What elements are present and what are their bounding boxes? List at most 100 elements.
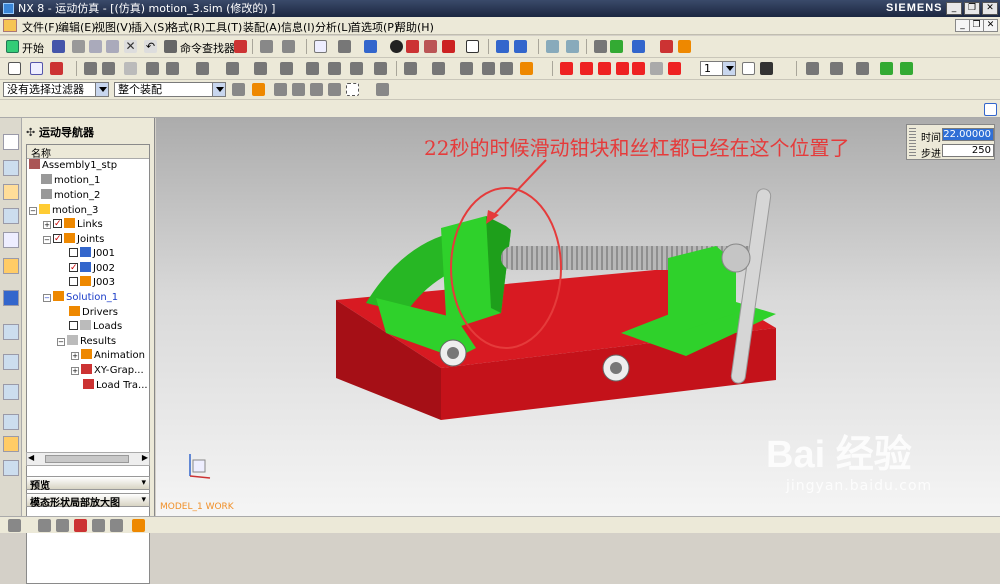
visibility-checkbox[interactable] <box>69 261 78 275</box>
link-tool-icon[interactable] <box>84 62 97 75</box>
stop-icon[interactable] <box>668 62 681 75</box>
minimize-button[interactable]: _ <box>946 2 962 15</box>
step-input[interactable]: 250 <box>942 144 994 157</box>
selection-scope-dropdown[interactable]: 整个装配 <box>114 82 226 97</box>
start-icon[interactable] <box>6 40 19 53</box>
shaded-icon[interactable] <box>364 40 377 53</box>
toolbar-icon-m[interactable] <box>546 40 559 53</box>
mode-shape-panel[interactable]: 模态形状局部放大图 ▾ <box>26 493 150 509</box>
toolbar-icon-h[interactable] <box>424 40 437 53</box>
system-scenes-tab-icon[interactable] <box>3 460 19 476</box>
chevron-down-icon[interactable] <box>95 83 108 96</box>
tree-node-animation[interactable]: + Animation <box>71 349 145 363</box>
bottom-icon-d[interactable] <box>74 519 87 532</box>
step-dropdown[interactable]: 1 <box>700 61 736 76</box>
roles-tab-icon[interactable] <box>3 436 19 452</box>
collapse-icon[interactable]: − <box>29 207 37 215</box>
close-button[interactable]: ✕ <box>982 2 998 15</box>
function-icon[interactable] <box>124 62 137 75</box>
constraint-icon[interactable] <box>254 62 267 75</box>
step-back-icon[interactable] <box>580 62 593 75</box>
toolbar2-icon-k[interactable] <box>900 62 913 75</box>
paste-icon[interactable] <box>106 40 119 53</box>
hd3d-tab-icon[interactable] <box>3 258 19 274</box>
restore-button[interactable]: ❐ <box>964 2 980 15</box>
tree-node-results[interactable]: − Results <box>57 335 116 349</box>
menu-analysis[interactable]: 分析(L) <box>315 19 352 35</box>
tree-node-j002[interactable]: J002 <box>69 261 115 276</box>
toolbar-icon-l[interactable] <box>514 40 527 53</box>
toolbar-icon-c[interactable] <box>282 40 295 53</box>
tree-node-load-transfer[interactable]: Load Tra... <box>83 379 148 393</box>
cut-icon[interactable] <box>72 40 85 53</box>
history-tab-icon[interactable] <box>3 324 19 340</box>
expand-icon[interactable]: + <box>43 221 51 229</box>
copy-icon[interactable] <box>89 40 102 53</box>
filter-icon-c[interactable] <box>274 83 287 96</box>
scrollbar-thumb[interactable] <box>45 455 129 463</box>
doc-close-button[interactable]: ✕ <box>983 19 998 32</box>
fit-view-icon[interactable] <box>984 103 997 116</box>
system-materials-tab-icon[interactable] <box>3 354 19 370</box>
collapse-icon[interactable]: − <box>43 236 51 244</box>
toolbar-icon-e[interactable] <box>338 40 351 53</box>
tree-node-motion-1[interactable]: motion_1 <box>41 174 100 188</box>
solver-icon[interactable] <box>460 62 473 75</box>
motion-navigator-tab-icon[interactable] <box>3 134 19 150</box>
filter-icon-e[interactable] <box>310 83 323 96</box>
damper-icon[interactable] <box>166 62 179 75</box>
save-icon[interactable] <box>52 40 65 53</box>
tree-node-joints[interactable]: − Joints <box>43 232 104 247</box>
toolbar-icon-o[interactable] <box>594 40 607 53</box>
menu-help[interactable]: 帮助(H) <box>395 19 434 35</box>
bottom-icon-b[interactable] <box>38 519 51 532</box>
reuse-library-tab-icon[interactable] <box>3 232 19 248</box>
toolbar2-icon-c[interactable] <box>404 62 417 75</box>
tree-node-loads[interactable]: Loads <box>69 320 122 334</box>
toolbar2-icon-d[interactable] <box>432 62 445 75</box>
finish-flag-icon[interactable] <box>760 62 773 75</box>
tree-node-j001[interactable]: J001 <box>69 247 115 261</box>
force-icon[interactable] <box>280 62 293 75</box>
toolbar2-icon-i[interactable] <box>856 62 869 75</box>
tree-node-assembly[interactable]: Assembly1_stp <box>29 159 117 173</box>
command-finder-icon[interactable] <box>164 40 177 53</box>
time-input[interactable]: 22.00000 <box>942 128 994 141</box>
fast-forward-end-icon[interactable] <box>632 62 645 75</box>
doc-restore-button[interactable]: ❐ <box>969 19 984 32</box>
new-icon[interactable] <box>8 62 21 75</box>
menu-preferences[interactable]: 首选项(P) <box>350 19 398 35</box>
solve-icon[interactable] <box>482 62 495 75</box>
toolbar2-icon-a[interactable] <box>50 62 63 75</box>
toolbar-icon-b[interactable] <box>260 40 273 53</box>
tree-node-drivers[interactable]: Drivers <box>69 306 118 320</box>
toolbar2-icon-j[interactable] <box>880 62 893 75</box>
contact-icon[interactable] <box>226 62 239 75</box>
toolbar-icon-q[interactable] <box>632 40 645 53</box>
open-icon[interactable] <box>30 62 43 75</box>
marker-icon[interactable] <box>328 62 341 75</box>
menu-insert[interactable]: 插入(S) <box>131 19 169 35</box>
part-navigator-tab-icon[interactable] <box>3 208 19 224</box>
toolbar-icon-p[interactable] <box>610 40 623 53</box>
scroll-left-icon[interactable]: ◀ <box>28 453 34 462</box>
assembly-navigator-tab-icon[interactable] <box>3 160 19 176</box>
filter-icon-d[interactable] <box>292 83 305 96</box>
bottom-icon-e[interactable] <box>92 519 105 532</box>
scroll-right-icon[interactable]: ▶ <box>142 453 148 462</box>
column-header-name[interactable]: 名称 <box>27 145 149 160</box>
step-forward-icon[interactable] <box>616 62 629 75</box>
play-icon[interactable] <box>598 62 611 75</box>
menu-view[interactable]: 视图(V) <box>94 19 132 35</box>
visibility-checkbox[interactable] <box>53 232 62 246</box>
toolbar2-icon-e[interactable] <box>500 62 513 75</box>
filter-icon-g[interactable] <box>376 83 389 96</box>
toolbar-icon-r[interactable] <box>660 40 673 53</box>
menu-info[interactable]: 信息(I) <box>281 19 315 35</box>
tree-node-j003[interactable]: J003 <box>69 276 115 290</box>
toolbar2-icon-h[interactable] <box>830 62 843 75</box>
toolbar-icon-i[interactable] <box>442 40 455 53</box>
bottom-icon-f[interactable] <box>110 519 123 532</box>
manufacturing-wizards-tab-icon[interactable] <box>3 414 19 430</box>
doc-minimize-button[interactable]: _ <box>955 19 970 32</box>
